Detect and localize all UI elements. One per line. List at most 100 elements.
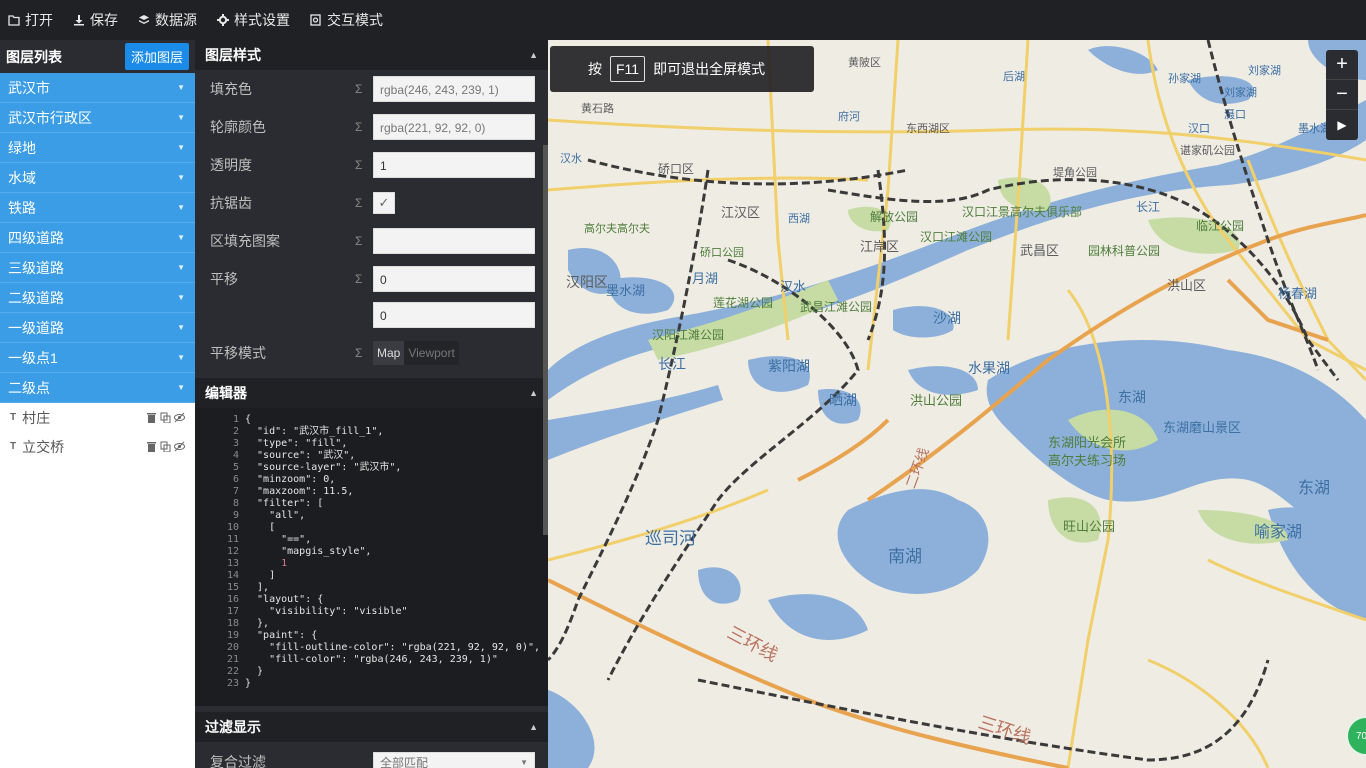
symbol-layer-actions [146,441,185,452]
code-area[interactable]: { "id": "武汉市_fill_1", "type": "fill", "s… [245,414,540,706]
opacity-input[interactable]: 1 [373,152,535,178]
chevron-down-icon[interactable]: ▼ [177,263,185,272]
style-settings-label: 样式设置 [234,12,290,28]
filter-section-header[interactable]: 过滤显示 ▲ [195,712,548,742]
editor-section-title: 编辑器 [205,385,247,401]
layer-item[interactable]: 三级道路 ▼ [0,253,195,283]
chevron-down-icon[interactable]: ▼ [177,173,185,182]
style-settings-button[interactable]: 样式设置 [217,10,290,30]
eye-off-icon[interactable] [174,441,185,452]
collapse-icon[interactable]: ▲ [529,388,538,398]
code-line: "source-layer": "武汉市", [245,462,402,473]
collapse-icon[interactable]: ▲ [529,722,538,732]
map-label: 府河 [838,111,860,123]
map-label: 江岸区 [860,239,900,254]
layer-item-label: 铁路 [8,199,36,216]
search-icon [310,14,321,26]
fill-pattern-input[interactable] [373,228,535,254]
chevron-down-icon[interactable]: ▼ [177,203,185,212]
map-label: 巡司河 [645,529,696,548]
trash-icon[interactable] [146,412,157,423]
layer-item[interactable]: 水域 ▼ [0,163,195,193]
copy-icon[interactable] [160,441,171,452]
chevron-down-icon[interactable]: ▼ [177,83,185,92]
outline-color-input[interactable]: rgba(221, 92, 92, 0) [373,114,535,140]
sigma-icon[interactable]: Σ [355,346,373,360]
sigma-icon[interactable]: Σ [355,158,373,172]
sigma-icon[interactable]: Σ [355,234,373,248]
compass-button[interactable]: ▶ [1326,110,1358,140]
save-button[interactable]: 保存 [73,10,118,30]
layer-item[interactable]: 一级点1 ▼ [0,343,195,373]
zoom-in-button[interactable]: + [1326,50,1358,80]
map-label: 园林科普公园 [1088,244,1161,258]
sigma-icon[interactable]: Σ [355,196,373,210]
layer-item[interactable]: 四级道路 ▼ [0,223,195,253]
chevron-down-icon[interactable]: ▼ [177,143,185,152]
map-canvas[interactable]: 黄陂区 后湖 东西湖区 府河 黄石路 汉水 硚口区 江汉区 西湖 解放公园 堤角… [548,40,1366,768]
symbol-layer-item[interactable]: T 村庄 [0,403,195,432]
style-section-header[interactable]: 图层样式 ▲ [195,40,548,70]
fill-color-input[interactable]: rgba(246, 243, 239, 1) [373,76,535,102]
translate-y-input[interactable]: 0 [373,302,535,328]
map-label: 汉阳区 [566,274,608,290]
code-line: "fill-outline-color": "rgba(221, 92, 92,… [245,642,541,653]
copy-icon[interactable] [160,412,171,423]
datasource-button[interactable]: 数据源 [138,10,197,30]
datasource-label: 数据源 [155,12,197,28]
chevron-down-icon[interactable]: ▼ [177,113,185,122]
code-line: "type": "fill", [245,438,348,449]
antialias-checkbox[interactable]: ✓ [373,192,395,214]
line-number: 9 [232,510,239,521]
map-label: 旺山公园 [1063,519,1116,534]
code-line: "paint": { [245,630,318,641]
map-label: 沙湖 [933,310,961,326]
map-label: 解放公园 [870,210,919,224]
line-number: 21 [226,654,239,665]
chevron-down-icon[interactable]: ▼ [177,293,185,302]
eye-off-icon[interactable] [174,412,185,423]
layer-item[interactable]: 铁路 ▼ [0,193,195,223]
trash-icon[interactable] [146,441,157,452]
map-label: 长江 [1136,200,1161,214]
line-number: 12 [226,546,239,557]
layer-item[interactable]: 武汉市行政区 ▼ [0,103,195,133]
open-button[interactable]: 打开 [8,10,53,30]
layer-item[interactable]: 绿地 ▼ [0,133,195,163]
editor-section-header[interactable]: 编辑器 ▲ [195,378,548,408]
symbol-layer-item[interactable]: T 立交桥 [0,432,195,461]
code-line: "minzoom": 0, [245,474,336,485]
line-number: 16 [226,594,239,605]
interact-mode-button[interactable]: 交互模式 [310,10,383,30]
zoom-out-button[interactable]: − [1326,80,1358,110]
open-label: 打开 [25,12,53,28]
add-layer-button[interactable]: 添加图层 [124,43,189,70]
compound-filter-value: 全部匹配 [380,756,429,768]
chevron-down-icon[interactable]: ▼ [177,383,185,392]
chevron-down-icon[interactable]: ▼ [177,233,185,242]
anchor-viewport-option[interactable]: Viewport [404,341,459,365]
sigma-icon[interactable]: Σ [355,82,373,96]
layer-item[interactable]: 二级道路 ▼ [0,283,195,313]
map-label: 黄陂区 [848,57,881,69]
layer-item[interactable]: 二级点 ▼ [0,373,195,403]
layer-item[interactable]: 武汉市 ▼ [0,73,195,103]
sigma-icon[interactable]: Σ [355,120,373,134]
sigma-icon[interactable]: Σ [355,272,373,286]
layer-panel-header: 图层列表 添加图层 [0,40,195,73]
map-label: 东湖阳光会所 [1048,435,1127,450]
map-label: 晒湖 [829,392,857,408]
chevron-down-icon[interactable]: ▼ [177,353,185,362]
compound-filter-select[interactable]: 全部匹配 ▼ [373,752,535,768]
style-panel: 图层样式 ▲ 填充色 Σ rgba(246, 243, 239, 1) 轮廓颜色… [195,40,548,768]
anchor-map-option[interactable]: Map [373,341,405,365]
chevron-down-icon[interactable]: ▼ [177,323,185,332]
line-number: 20 [226,642,239,653]
translate-x-input[interactable]: 0 [373,266,535,292]
layer-item[interactable]: 一级道路 ▼ [0,313,195,343]
json-editor[interactable]: 1 2 3 4 5 6 7 8 9 10 11 12 13 14 15 16 17 18 19 20 21 22 23 { … [195,408,548,706]
map-label: 墨水湖 [606,283,646,298]
line-number: 10 [226,522,239,533]
collapse-icon[interactable]: ▲ [529,50,538,60]
layer-item-label: 武汉市 [8,79,50,96]
